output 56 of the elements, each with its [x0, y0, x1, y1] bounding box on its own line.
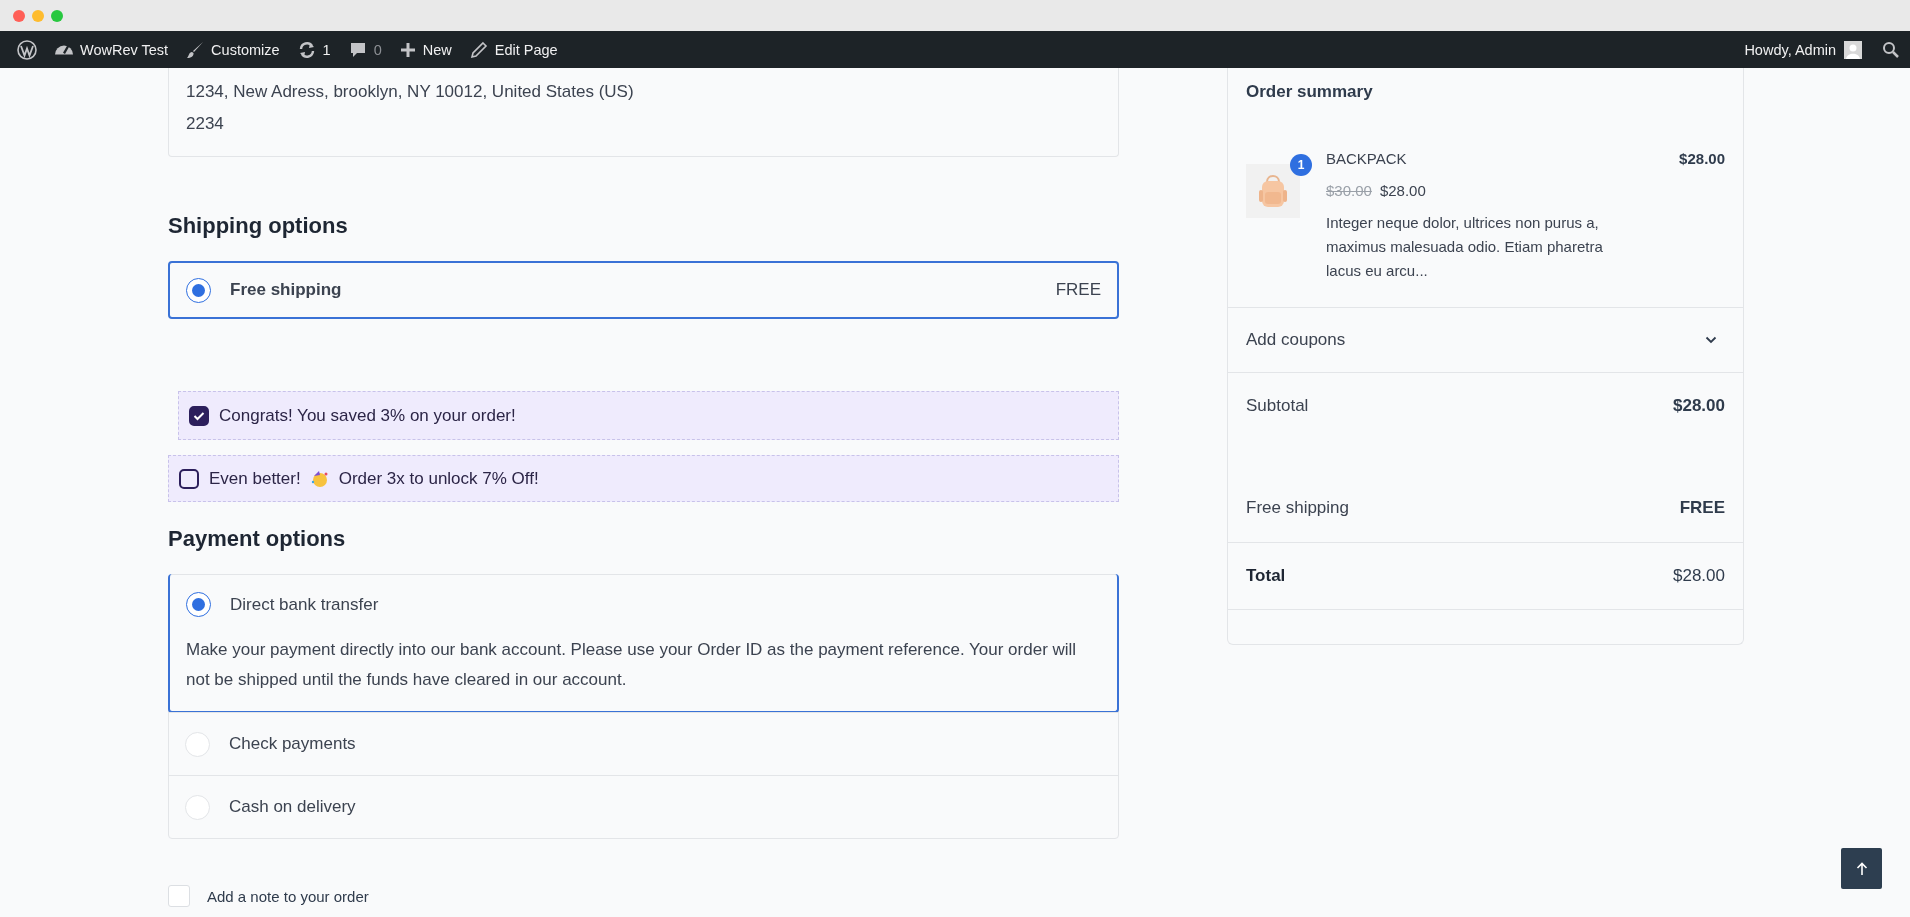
- admin-bar-item[interactable]: Customize: [177, 31, 289, 68]
- totals-value: $28.00: [1673, 566, 1725, 586]
- checkbox[interactable]: [189, 405, 209, 426]
- search-icon[interactable]: [1882, 40, 1900, 59]
- shipping-price: FREE: [1055, 280, 1101, 300]
- shipping-label: Free shipping: [230, 280, 342, 300]
- chevron-icon: [1705, 336, 1717, 344]
- offer-text: Congrats! You saved 3% on your order!: [219, 405, 516, 426]
- line-total: $28.00: [1679, 150, 1725, 167]
- arrow-up-icon: [1855, 861, 1868, 876]
- admin-bar-item[interactable]: WowRev Test: [46, 31, 178, 68]
- totals-label: Total: [1246, 566, 1286, 586]
- sale-price: $28.00: [1379, 182, 1426, 199]
- payment-option[interactable]: Cash on delivery: [169, 775, 1118, 838]
- totals-label: Free shipping: [1246, 498, 1349, 518]
- avatar-icon: [1844, 40, 1862, 59]
- totals-value: FREE: [1679, 498, 1725, 518]
- admin-bar-item[interactable]: Edit Page: [460, 31, 567, 68]
- totals-value: $28.00: [1673, 396, 1725, 416]
- back-to-top-button[interactable]: [1841, 848, 1882, 889]
- quantity-badge: 1: [1290, 154, 1312, 176]
- offer-text: Order 3x to unlock 7% Off!: [338, 468, 539, 489]
- refresh-icon: [297, 40, 316, 59]
- plus-icon: [399, 41, 416, 58]
- payment-description: Make your payment directly into our bank account. Please use your Order ID as the payment reference. Your order will not be shipped until the funds have cleared in our account.: [186, 639, 1078, 691]
- payment-label: Check payments: [229, 734, 356, 754]
- gauge-icon: [55, 44, 73, 55]
- check-icon: [193, 410, 205, 421]
- totals-label: Subtotal: [1246, 396, 1309, 416]
- account-menu[interactable]: Howdy, Admin: [1735, 31, 1844, 68]
- summary-title: Order summary: [1245, 81, 1374, 102]
- radio-button[interactable]: [186, 277, 211, 303]
- checkbox[interactable]: [179, 468, 199, 489]
- wordpress-logo-icon: [17, 39, 37, 60]
- comment-icon: [348, 40, 367, 59]
- payment-label: Direct bank transfer: [230, 594, 379, 615]
- address-line: 2234: [186, 113, 225, 135]
- product-description: Integer neque dolor, ultrices non purus a, maximus malesuada odio. Etiam pharetra lacus eu arcu...: [1326, 213, 1604, 281]
- admin-bar-item[interactable]: New: [390, 31, 461, 68]
- payment-label: Cash on delivery: [229, 797, 356, 817]
- section-heading: Payment options: [168, 526, 347, 552]
- address-line: 1234, New Adress, brooklyn, NY 10012, United States (US): [186, 81, 635, 103]
- regular-price: $30.00: [1326, 182, 1372, 199]
- radio-button[interactable]: [186, 592, 211, 617]
- payment-option[interactable]: Direct bank transfer Make your payment directly into our bank account. Please use your Order ID as the payment reference. Your order will not be shipped until the funds have cleared in our account.: [168, 574, 1119, 713]
- payment-option[interactable]: Check payments: [169, 712, 1118, 775]
- offer-text: Even better!: [209, 468, 301, 489]
- note-label: Add a note to your order: [207, 887, 369, 905]
- product-name: BACKPACK: [1326, 150, 1407, 167]
- window-controls-icon[interactable]: [13, 9, 63, 22]
- add-coupons-toggle[interactable]: Add coupons: [1228, 308, 1743, 373]
- admin-bar-item[interactable]: 1: [288, 31, 340, 68]
- pencil-icon: [469, 40, 488, 59]
- shipping-option[interactable]: Free shipping FREE: [168, 261, 1119, 319]
- brush-icon: [186, 40, 205, 59]
- section-heading: Shipping options: [168, 213, 349, 239]
